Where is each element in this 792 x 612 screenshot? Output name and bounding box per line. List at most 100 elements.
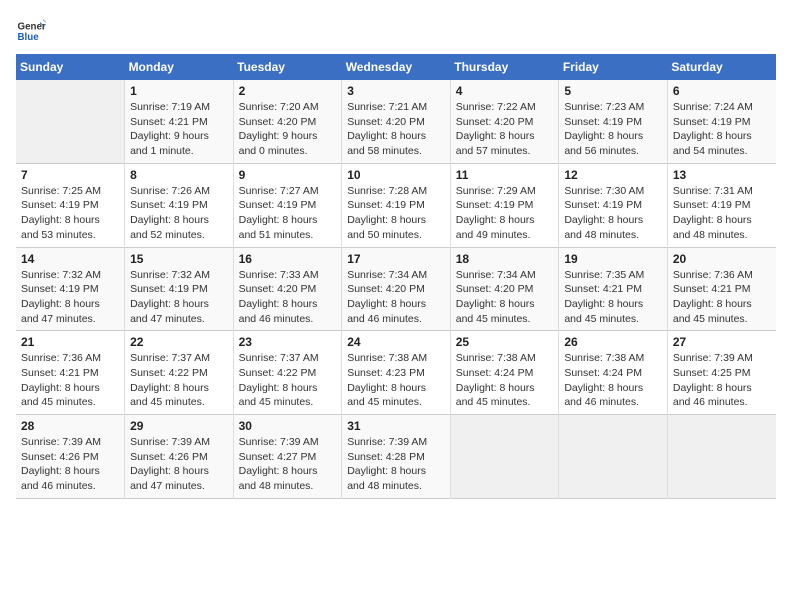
day-number: 15 [130,252,228,266]
day-info: Sunrise: 7:39 AM Sunset: 4:25 PM Dayligh… [673,351,771,410]
weekday-header-wednesday: Wednesday [342,54,451,80]
day-info: Sunrise: 7:37 AM Sunset: 4:22 PM Dayligh… [130,351,228,410]
day-number: 29 [130,419,228,433]
day-info: Sunrise: 7:32 AM Sunset: 4:19 PM Dayligh… [21,268,119,327]
day-number: 23 [239,335,337,349]
day-info: Sunrise: 7:34 AM Sunset: 4:20 PM Dayligh… [347,268,445,327]
weekday-header-sunday: Sunday [16,54,125,80]
calendar-cell: 7 Sunrise: 7:25 AM Sunset: 4:19 PM Daylig… [16,163,125,247]
weekday-header-monday: Monday [125,54,234,80]
calendar-cell: 25 Sunrise: 7:38 AM Sunset: 4:24 PM Dayli… [450,331,559,415]
calendar-cell: 19 Sunrise: 7:35 AM Sunset: 4:21 PM Dayli… [559,247,668,331]
svg-text:General: General [18,22,47,33]
day-info: Sunrise: 7:36 AM Sunset: 4:21 PM Dayligh… [21,351,119,410]
calendar-cell: 4Sunrise: 7:22 AM Sunset: 4:20 PM Daylig… [450,80,559,163]
calendar-week-row: 1 Sunrise: 7:19 AM Sunset: 4:21 PM Daylig… [16,80,776,163]
day-number: 3 [347,84,445,98]
day-info: Sunrise: 7:36 AM Sunset: 4:21 PM Dayligh… [673,268,771,327]
day-info: Sunrise: 7:37 AM Sunset: 4:22 PM Dayligh… [239,351,337,410]
day-number: 12 [564,168,662,182]
day-info: Sunrise: 7:27 AM Sunset: 4:19 PM Dayligh… [239,184,337,243]
calendar-table: SundayMondayTuesdayWednesdayThursdayFrid… [16,54,776,499]
day-info: Sunrise: 7:21 AM Sunset: 4:20 PM Dayligh… [347,100,445,159]
calendar-week-row: 7 Sunrise: 7:25 AM Sunset: 4:19 PM Daylig… [16,163,776,247]
calendar-cell: 14Sunrise: 7:32 AM Sunset: 4:19 PM Dayli… [16,247,125,331]
calendar-week-row: 14Sunrise: 7:32 AM Sunset: 4:19 PM Dayli… [16,247,776,331]
calendar-cell: 15 Sunrise: 7:32 AM Sunset: 4:19 PM Dayli… [125,247,234,331]
logo: General Blue [16,16,50,46]
calendar-cell: 24 Sunrise: 7:38 AM Sunset: 4:23 PM Dayli… [342,331,451,415]
day-info: Sunrise: 7:33 AM Sunset: 4:20 PM Dayligh… [239,268,337,327]
day-number: 2 [239,84,337,98]
day-info: Sunrise: 7:38 AM Sunset: 4:24 PM Dayligh… [456,351,554,410]
day-number: 16 [239,252,337,266]
calendar-cell: 18Sunrise: 7:34 AM Sunset: 4:20 PM Dayli… [450,247,559,331]
calendar-cell: 16 Sunrise: 7:33 AM Sunset: 4:20 PM Dayli… [233,247,342,331]
day-info: Sunrise: 7:39 AM Sunset: 4:26 PM Dayligh… [21,435,119,494]
day-info: Sunrise: 7:30 AM Sunset: 4:19 PM Dayligh… [564,184,662,243]
day-info: Sunrise: 7:35 AM Sunset: 4:21 PM Dayligh… [564,268,662,327]
logo-icon: General Blue [16,16,46,46]
weekday-header-saturday: Saturday [667,54,776,80]
calendar-cell: 30 Sunrise: 7:39 AM Sunset: 4:27 PM Dayli… [233,415,342,499]
day-number: 27 [673,335,771,349]
day-info: Sunrise: 7:28 AM Sunset: 4:19 PM Dayligh… [347,184,445,243]
day-info: Sunrise: 7:34 AM Sunset: 4:20 PM Dayligh… [456,268,554,327]
day-info: Sunrise: 7:20 AM Sunset: 4:20 PM Dayligh… [239,100,337,159]
day-info: Sunrise: 7:24 AM Sunset: 4:19 PM Dayligh… [673,100,771,159]
day-info: Sunrise: 7:32 AM Sunset: 4:19 PM Dayligh… [130,268,228,327]
calendar-cell: 13Sunrise: 7:31 AM Sunset: 4:19 PM Dayli… [667,163,776,247]
day-info: Sunrise: 7:23 AM Sunset: 4:19 PM Dayligh… [564,100,662,159]
calendar-cell: 26 Sunrise: 7:38 AM Sunset: 4:24 PM Dayli… [559,331,668,415]
calendar-cell: 23 Sunrise: 7:37 AM Sunset: 4:22 PM Dayli… [233,331,342,415]
day-number: 24 [347,335,445,349]
day-info: Sunrise: 7:39 AM Sunset: 4:26 PM Dayligh… [130,435,228,494]
day-number: 30 [239,419,337,433]
calendar-cell: 28 Sunrise: 7:39 AM Sunset: 4:26 PM Dayli… [16,415,125,499]
calendar-week-row: 28 Sunrise: 7:39 AM Sunset: 4:26 PM Dayli… [16,415,776,499]
day-number: 31 [347,419,445,433]
day-number: 25 [456,335,554,349]
calendar-cell: 20Sunrise: 7:36 AM Sunset: 4:21 PM Dayli… [667,247,776,331]
calendar-cell: 21 Sunrise: 7:36 AM Sunset: 4:21 PM Dayli… [16,331,125,415]
calendar-cell: 10Sunrise: 7:28 AM Sunset: 4:19 PM Dayli… [342,163,451,247]
day-number: 13 [673,168,771,182]
day-info: Sunrise: 7:19 AM Sunset: 4:21 PM Dayligh… [130,100,228,159]
weekday-header-friday: Friday [559,54,668,80]
day-number: 28 [21,419,119,433]
page-header: General Blue [16,16,776,46]
calendar-cell: 11 Sunrise: 7:29 AM Sunset: 4:19 PM Dayli… [450,163,559,247]
day-info: Sunrise: 7:38 AM Sunset: 4:23 PM Dayligh… [347,351,445,410]
day-info: Sunrise: 7:25 AM Sunset: 4:19 PM Dayligh… [21,184,119,243]
day-number: 4 [456,84,554,98]
day-number: 21 [21,335,119,349]
calendar-header-row: SundayMondayTuesdayWednesdayThursdayFrid… [16,54,776,80]
day-number: 26 [564,335,662,349]
calendar-week-row: 21 Sunrise: 7:36 AM Sunset: 4:21 PM Dayli… [16,331,776,415]
day-info: Sunrise: 7:39 AM Sunset: 4:27 PM Dayligh… [239,435,337,494]
day-number: 17 [347,252,445,266]
svg-text:Blue: Blue [18,32,40,43]
calendar-cell: 31Sunrise: 7:39 AM Sunset: 4:28 PM Dayli… [342,415,451,499]
day-info: Sunrise: 7:26 AM Sunset: 4:19 PM Dayligh… [130,184,228,243]
calendar-cell: 1 Sunrise: 7:19 AM Sunset: 4:21 PM Daylig… [125,80,234,163]
calendar-cell [16,80,125,163]
calendar-cell: 29 Sunrise: 7:39 AM Sunset: 4:26 PM Dayli… [125,415,234,499]
day-number: 6 [673,84,771,98]
day-number: 9 [239,168,337,182]
day-number: 1 [130,84,228,98]
calendar-cell: 27 Sunrise: 7:39 AM Sunset: 4:25 PM Dayli… [667,331,776,415]
weekday-header-tuesday: Tuesday [233,54,342,80]
day-number: 11 [456,168,554,182]
calendar-cell [667,415,776,499]
day-number: 7 [21,168,119,182]
calendar-cell: 17 Sunrise: 7:34 AM Sunset: 4:20 PM Dayli… [342,247,451,331]
weekday-header-thursday: Thursday [450,54,559,80]
day-info: Sunrise: 7:29 AM Sunset: 4:19 PM Dayligh… [456,184,554,243]
calendar-cell: 5 Sunrise: 7:23 AM Sunset: 4:19 PM Daylig… [559,80,668,163]
day-number: 5 [564,84,662,98]
day-number: 19 [564,252,662,266]
calendar-cell: 12 Sunrise: 7:30 AM Sunset: 4:19 PM Dayli… [559,163,668,247]
day-info: Sunrise: 7:38 AM Sunset: 4:24 PM Dayligh… [564,351,662,410]
calendar-cell: 6 Sunrise: 7:24 AM Sunset: 4:19 PM Daylig… [667,80,776,163]
